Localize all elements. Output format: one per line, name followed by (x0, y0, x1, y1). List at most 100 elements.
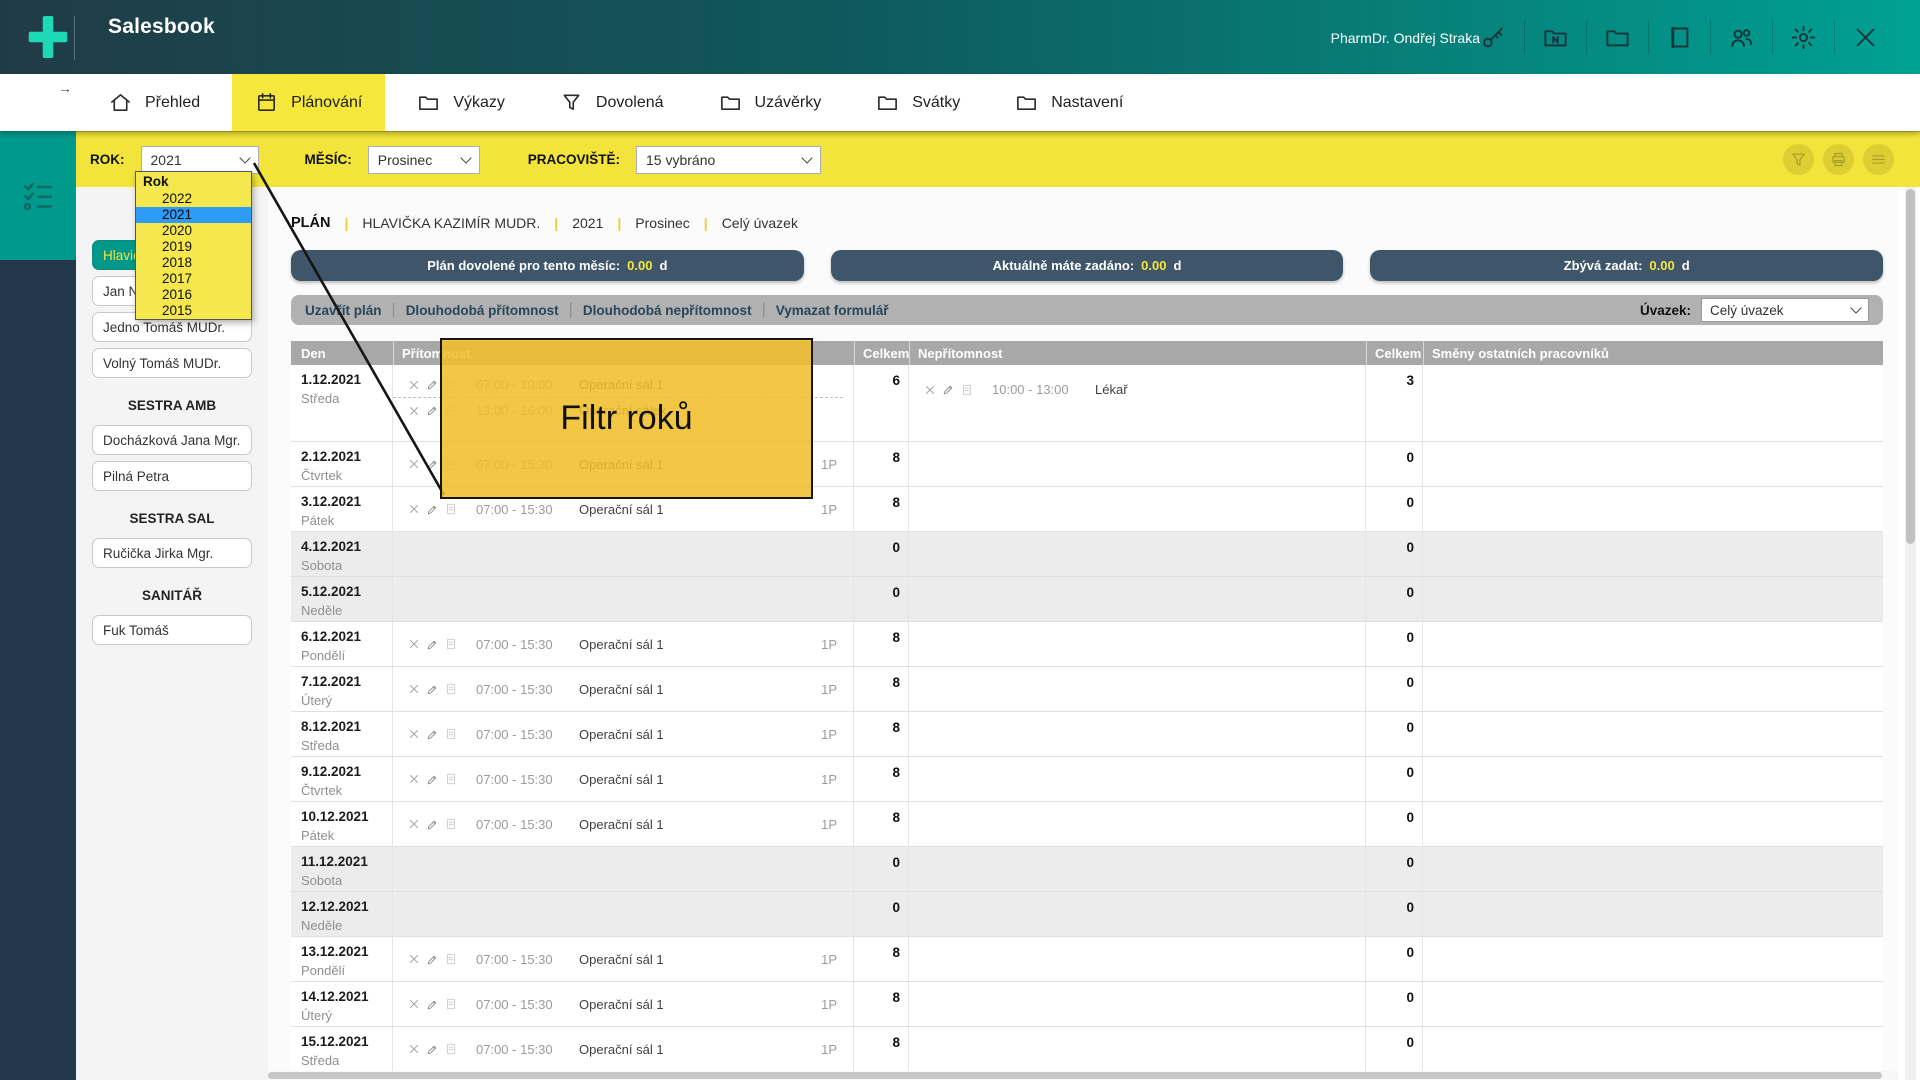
absence-total: 0 (1366, 802, 1423, 846)
year-select[interactable]: 2021 (141, 146, 259, 174)
entry-time: 07:00 - 15:30 (476, 637, 573, 652)
presence-cell: 07:00 - 15:30Operační sál 11P (393, 622, 854, 666)
key-icon[interactable] (1480, 24, 1507, 51)
tab-uzávěrky[interactable]: Uzávěrky (696, 74, 845, 131)
year-option[interactable]: 2016 (136, 287, 251, 303)
workplace-select[interactable]: 15 vybráno (636, 146, 821, 174)
folder-new-icon[interactable] (1542, 24, 1569, 51)
absence-cell (909, 802, 1366, 846)
row-date: 13.12.2021 (301, 942, 388, 962)
tab-dovolená[interactable]: Dovolená (537, 74, 687, 131)
note-icon[interactable] (444, 727, 458, 741)
delete-icon[interactable] (407, 457, 421, 471)
entry-tag: 1P (821, 637, 837, 652)
note-icon[interactable] (444, 952, 458, 966)
year-option[interactable]: 2021 (136, 207, 251, 223)
breadcrumb: PLÁN|HLAVIČKA KAZIMÍR MUDR.|2021|Prosine… (291, 215, 798, 231)
day-cell: 5.12.2021Neděle (291, 577, 393, 621)
edit-icon[interactable] (942, 383, 955, 396)
presence-total: 8 (854, 442, 909, 486)
forward-arrow-icon[interactable]: → (58, 80, 72, 96)
table-row: 13.12.2021Pondělí07:00 - 15:30Operační s… (291, 937, 1883, 982)
toolbar-button[interactable]: Vymazat formulář (776, 303, 889, 318)
uvazek-select[interactable]: Celý úvazek (1701, 298, 1869, 322)
delete-icon[interactable] (407, 997, 421, 1011)
sidebar-item-staff[interactable]: Volný Tomáš MUDr. (92, 348, 252, 378)
delete-icon[interactable] (407, 682, 421, 696)
toolbar-button[interactable]: Dlouhodobá nepřítomnost (583, 303, 752, 318)
pill-value: 0.00 (627, 258, 652, 273)
year-option[interactable]: 2022 (136, 191, 251, 207)
year-option[interactable]: 2015 (136, 303, 251, 319)
presence-cell (393, 847, 854, 891)
horizontal-scrollbar-thumb[interactable] (268, 1072, 1882, 1079)
delete-icon[interactable] (407, 727, 421, 741)
toolbar-button[interactable]: Dlouhodobá přítomnost (406, 303, 559, 318)
sidebar-item-staff[interactable]: Ručička Jirka Mgr. (92, 538, 252, 568)
note-icon[interactable] (444, 682, 458, 696)
month-select[interactable]: Prosinec (368, 146, 480, 174)
note-icon[interactable] (444, 502, 458, 516)
delete-icon[interactable] (407, 404, 421, 418)
year-option[interactable]: 2019 (136, 239, 251, 255)
entry-place: Operační sál 1 (579, 952, 664, 967)
year-option[interactable]: 2018 (136, 255, 251, 271)
note-icon[interactable] (444, 637, 458, 651)
delete-icon[interactable] (407, 637, 421, 651)
edit-icon[interactable] (426, 728, 439, 741)
delete-icon[interactable] (407, 817, 421, 831)
edit-icon[interactable] (426, 998, 439, 1011)
print-button[interactable] (1823, 144, 1854, 175)
tab-přehled[interactable]: Přehled (86, 74, 223, 131)
delete-icon[interactable] (407, 772, 421, 786)
delete-icon[interactable] (407, 378, 421, 392)
app-header: Salesbook PharmDr. Ondřej Straka (0, 0, 1920, 74)
users-icon[interactable] (1728, 24, 1755, 51)
edit-icon[interactable] (426, 1043, 439, 1056)
note-icon[interactable] (444, 772, 458, 786)
tab-výkazy[interactable]: Výkazy (394, 74, 528, 131)
delete-icon[interactable] (407, 952, 421, 966)
schedule-entry: 07:00 - 15:30Operační sál 11P (393, 722, 853, 747)
year-option[interactable]: 2020 (136, 223, 251, 239)
edit-icon[interactable] (426, 378, 439, 391)
sidebar-item-staff[interactable]: Docházková Jana Mgr. (92, 425, 252, 455)
tab-nastavení[interactable]: Nastavení (992, 74, 1146, 131)
plan-toolbar: Uzavřít plán|Dlouhodobá přítomnost|Dlouh… (291, 295, 1883, 325)
gear-icon[interactable] (1790, 24, 1817, 51)
folder-icon[interactable] (1604, 24, 1631, 51)
tab-svátky[interactable]: Svátky (853, 74, 983, 131)
note-icon[interactable] (444, 817, 458, 831)
vertical-scrollbar-thumb[interactable] (1906, 189, 1915, 544)
absence-total: 0 (1366, 892, 1423, 936)
menu-button[interactable] (1863, 144, 1894, 175)
year-option[interactable]: 2017 (136, 271, 251, 287)
vertical-scrollbar[interactable] (1905, 187, 1916, 1080)
menu-icon (1870, 151, 1887, 168)
note-icon[interactable] (444, 997, 458, 1011)
edit-icon[interactable] (426, 953, 439, 966)
delete-icon[interactable] (923, 383, 937, 397)
sidebar-item-staff[interactable]: Pilná Petra (92, 461, 252, 491)
edit-icon[interactable] (426, 818, 439, 831)
edit-icon[interactable] (426, 773, 439, 786)
absence-cell (909, 532, 1366, 576)
delete-icon[interactable] (407, 502, 421, 516)
edit-icon[interactable] (426, 503, 439, 516)
tab-plánování[interactable]: Plánování (232, 74, 385, 131)
horizontal-scrollbar[interactable] (268, 1071, 1898, 1080)
note-icon[interactable] (960, 383, 974, 397)
sidebar-toggle-button[interactable] (0, 131, 76, 260)
breadcrumb-item: HLAVIČKA KAZIMÍR MUDR. (362, 215, 540, 231)
filter-button[interactable] (1783, 144, 1814, 175)
edit-icon[interactable] (426, 638, 439, 651)
sidebar-item-staff[interactable]: Fuk Tomáš (92, 615, 252, 645)
note-icon[interactable] (444, 1042, 458, 1056)
edit-icon[interactable] (426, 683, 439, 696)
toolbar-button[interactable]: Uzavřít plán (305, 303, 382, 318)
edit-icon[interactable] (426, 458, 439, 471)
delete-icon[interactable] (407, 1042, 421, 1056)
close-icon[interactable] (1852, 24, 1879, 51)
edit-icon[interactable] (426, 404, 439, 417)
window-icon[interactable] (1666, 24, 1693, 51)
